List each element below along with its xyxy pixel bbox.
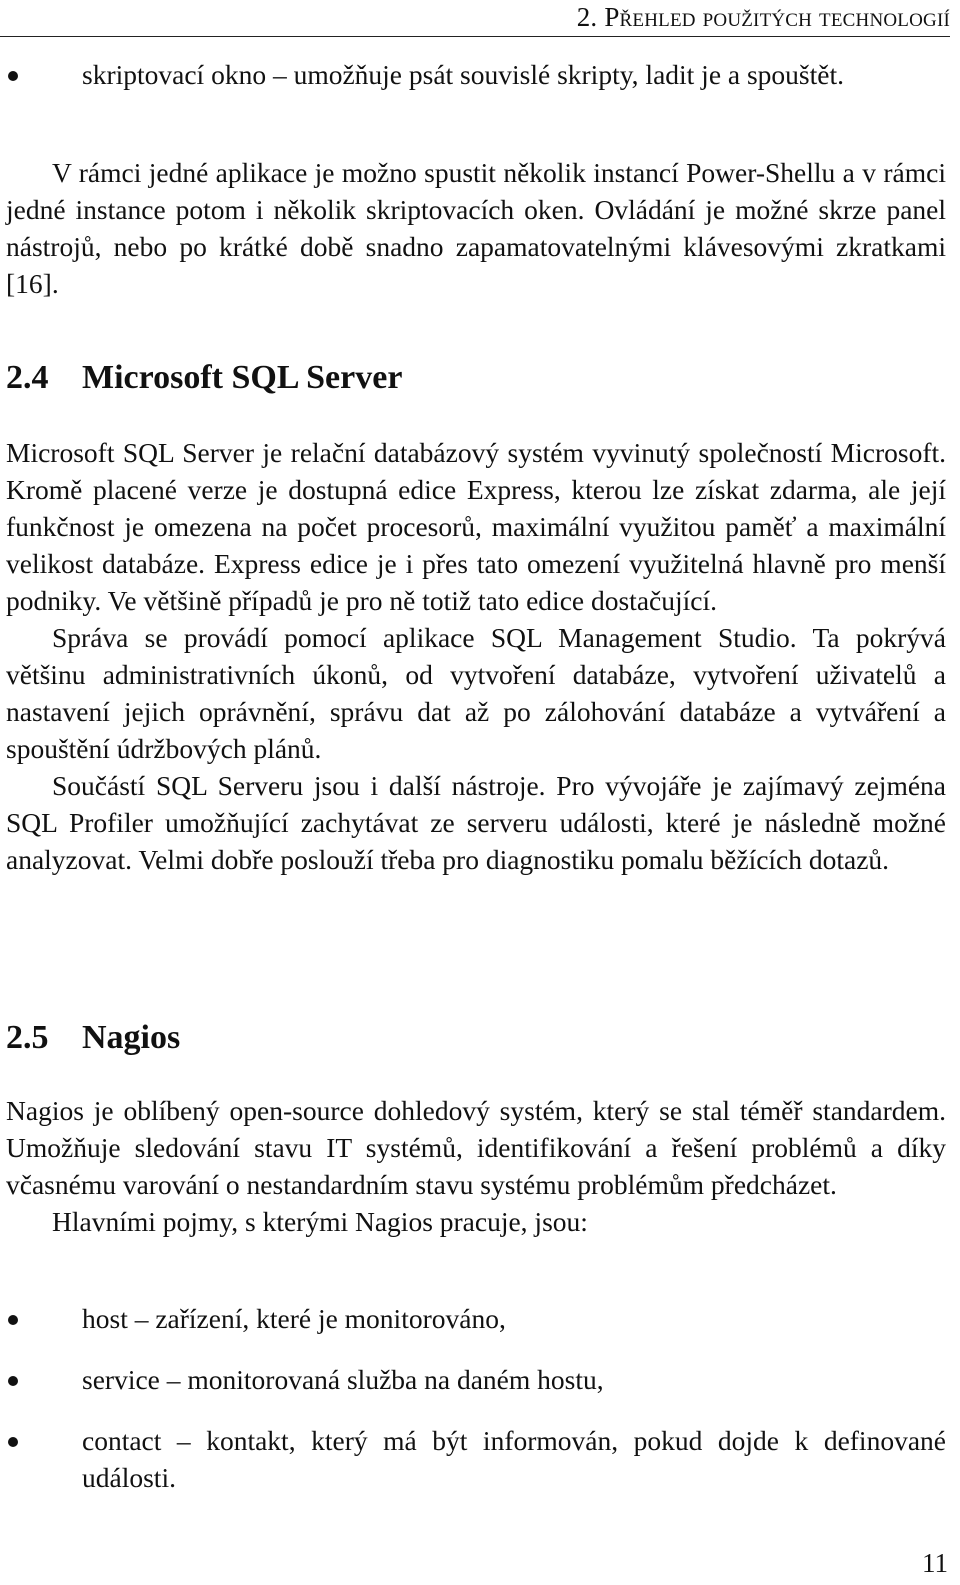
paragraph: Součástí SQL Serveru jsou i další nástro… [6, 770, 946, 875]
list-item: service – monitorovaná služba na daném h… [6, 1361, 946, 1398]
section-heading-sql-server: 2.4 Microsoft SQL Server [6, 358, 402, 398]
list-item: skriptovací okno – umožňuje psát souvisl… [6, 56, 946, 93]
section-number: 2.5 [6, 1019, 49, 1056]
section-heading-nagios: 2.5 Nagios [6, 1018, 180, 1058]
page-number: 11 [922, 1548, 948, 1578]
running-head: 2. Přehled použitých technologií [0, 0, 950, 37]
paragraph: Správa se provádí pomocí aplikace SQL Ma… [6, 622, 946, 764]
list-item-text: skriptovací okno – umožňuje psát souvisl… [82, 59, 844, 90]
paragraph: V rámci jedné aplikace je možno spustit … [6, 157, 946, 299]
nagios-body: Nagios je oblíbený open-source dohledový… [6, 1092, 946, 1240]
section-number: 2.4 [6, 359, 49, 396]
list-item-text: host – zařízení, které je monitorováno, [82, 1303, 506, 1334]
list-item: host – zařízení, které je monitorováno, [6, 1300, 946, 1337]
section-title: Microsoft SQL Server [82, 359, 403, 396]
list-item: contact – kontakt, který má být informov… [6, 1422, 946, 1496]
sql-server-body: Microsoft SQL Server je relační databázo… [6, 434, 946, 878]
section-title: Nagios [82, 1019, 181, 1056]
list-item-text: contact – kontakt, který má být informov… [82, 1425, 946, 1493]
paragraph: Microsoft SQL Server je relační databázo… [6, 437, 946, 616]
paragraph: Nagios je oblíbený open-source dohledový… [6, 1095, 946, 1200]
list-item-text: service – monitorovaná služba na daném h… [82, 1364, 604, 1395]
paragraph: Hlavními pojmy, s kterými Nagios pracuje… [52, 1206, 588, 1237]
intro-block: V rámci jedné aplikace je možno spustit … [6, 154, 946, 302]
running-head-text: 2. Přehled použitých technologií [576, 2, 950, 32]
